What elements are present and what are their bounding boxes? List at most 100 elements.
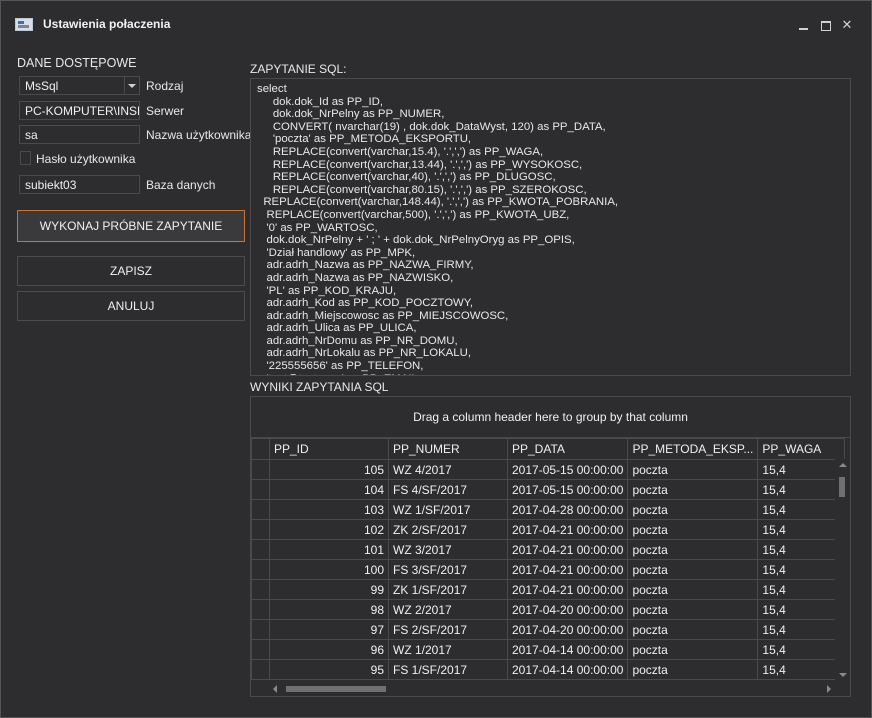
column-header[interactable]: PP_WAGA [757,438,846,460]
provider-select[interactable]: MsSql [19,76,140,95]
table-row[interactable]: 105 WZ 4/2017 2017-05-15 00:00:00 poczta 15,… [251,459,846,480]
table-cell[interactable]: poczta [627,539,759,560]
table-cell[interactable]: 103 [269,499,389,520]
chevron-down-icon[interactable] [124,77,139,94]
password-checkbox[interactable] [20,151,31,165]
table-cell[interactable]: 15,4 [757,459,846,480]
table-cell[interactable]: 2017-04-28 00:00:00 [506,499,629,520]
column-header[interactable]: PP_NUMER [388,438,508,460]
table-cell[interactable]: WZ 1/SF/2017 [388,499,508,520]
table-cell[interactable]: poczta [627,499,759,520]
minimize-button[interactable] [793,15,815,35]
row-indicator[interactable] [251,579,270,600]
table-cell[interactable]: 2017-04-14 00:00:00 [506,639,629,660]
table-cell[interactable]: FS 2/SF/2017 [388,619,508,640]
scroll-left-icon[interactable] [273,685,277,693]
row-indicator[interactable] [251,639,270,660]
row-indicator[interactable] [251,619,270,640]
table-cell[interactable]: 2017-05-15 00:00:00 [506,459,629,480]
row-indicator[interactable] [251,659,270,680]
table-cell[interactable]: poczta [627,479,759,500]
table-cell[interactable]: 98 [269,599,389,620]
username-input[interactable]: sa [19,125,140,144]
table-row[interactable]: 96 WZ 1/2017 2017-04-14 00:00:00 poczta 15,4 [251,639,846,660]
table-cell[interactable]: FS 4/SF/2017 [388,479,508,500]
table-row[interactable]: 101 WZ 3/2017 2017-04-21 00:00:00 poczta 15,… [251,539,846,560]
row-indicator[interactable] [251,499,270,520]
table-cell[interactable]: 104 [269,479,389,500]
table-cell[interactable]: 2017-04-21 00:00:00 [506,539,629,560]
table-cell[interactable]: poczta [627,459,759,480]
table-cell[interactable]: 2017-04-14 00:00:00 [506,659,629,680]
table-cell[interactable]: 105 [269,459,389,480]
test-query-button[interactable]: WYKONAJ PRÓBNE ZAPYTANIE [17,210,245,242]
table-cell[interactable]: 101 [269,539,389,560]
table-cell[interactable]: 15,4 [757,479,846,500]
table-row[interactable]: 95 FS 1/SF/2017 2017-04-14 00:00:00 poczta 1… [251,659,846,680]
row-indicator[interactable] [251,539,270,560]
group-by-panel[interactable]: Drag a column header here to group by th… [251,397,850,438]
table-cell[interactable]: FS 3/SF/2017 [388,559,508,580]
maximize-button[interactable] [815,15,837,35]
save-button[interactable]: ZAPISZ [17,256,245,286]
server-input[interactable]: PC-KOMPUTER\INSE [19,101,140,120]
row-indicator[interactable] [251,599,270,620]
table-cell[interactable]: 15,4 [757,639,846,660]
table-cell[interactable]: 2017-04-21 00:00:00 [506,579,629,600]
close-button[interactable]: ✕ [836,15,858,35]
table-cell[interactable]: 2017-04-21 00:00:00 [506,519,629,540]
table-cell[interactable]: 97 [269,619,389,640]
table-cell[interactable]: 96 [269,639,389,660]
table-cell[interactable]: poczta [627,559,759,580]
table-cell[interactable]: 2017-04-20 00:00:00 [506,599,629,620]
horizontal-scrollbar[interactable] [269,681,835,696]
table-cell[interactable]: poczta [627,579,759,600]
scroll-up-icon[interactable] [839,463,847,467]
sql-query-editor[interactable]: select dok.dok_Id as PP_ID, dok.dok_NrPe… [250,78,851,376]
table-cell[interactable]: WZ 4/2017 [388,459,508,480]
table-cell[interactable]: 2017-05-15 00:00:00 [506,479,629,500]
cancel-button[interactable]: ANULUJ [17,291,245,321]
table-cell[interactable]: 15,4 [757,619,846,640]
table-row[interactable]: 99 ZK 1/SF/2017 2017-04-21 00:00:00 poczta 1… [251,579,846,600]
table-cell[interactable]: 2017-04-20 00:00:00 [506,619,629,640]
column-header[interactable]: PP_DATA [506,438,629,460]
table-row[interactable]: 103 WZ 1/SF/2017 2017-04-28 00:00:00 poczta… [251,499,846,520]
table-cell[interactable]: poczta [627,659,759,680]
table-cell[interactable]: ZK 2/SF/2017 [388,519,508,540]
vertical-scrollbar[interactable] [835,459,850,681]
row-indicator[interactable] [251,559,270,580]
scroll-down-icon[interactable] [839,673,847,677]
table-row[interactable]: 98 WZ 2/2017 2017-04-20 00:00:00 poczta 15,4 [251,599,846,620]
table-cell[interactable]: 15,4 [757,599,846,620]
table-cell[interactable]: 102 [269,519,389,540]
table-cell[interactable]: ZK 1/SF/2017 [388,579,508,600]
table-cell[interactable]: 100 [269,559,389,580]
table-row[interactable]: 100 FS 3/SF/2017 2017-04-21 00:00:00 poczta… [251,559,846,580]
table-row[interactable]: 102 ZK 2/SF/2017 2017-04-21 00:00:00 poczta… [251,519,846,540]
table-cell[interactable]: 99 [269,579,389,600]
table-cell[interactable]: 15,4 [757,539,846,560]
results-grid[interactable]: Drag a column header here to group by th… [250,396,851,697]
vertical-scroll-thumb[interactable] [839,477,845,497]
horizontal-scroll-thumb[interactable] [286,686,386,692]
title-bar[interactable]: Ustawienia połaczenia ✕ [1,1,871,41]
table-cell[interactable]: poczta [627,619,759,640]
row-indicator[interactable] [251,519,270,540]
table-cell[interactable]: 95 [269,659,389,680]
table-cell[interactable]: 15,4 [757,559,846,580]
sql-query-text[interactable]: select dok.dok_Id as PP_ID, dok.dok_NrPe… [251,79,850,375]
table-cell[interactable]: 15,4 [757,519,846,540]
table-cell[interactable]: 15,4 [757,659,846,680]
table-cell[interactable]: poczta [627,519,759,540]
table-cell[interactable]: poczta [627,639,759,660]
table-cell[interactable]: WZ 1/2017 [388,639,508,660]
column-header[interactable]: PP_ID [269,438,389,460]
table-row[interactable]: 104 FS 4/SF/2017 2017-05-15 00:00:00 poczta… [251,479,846,500]
table-cell[interactable]: 15,4 [757,579,846,600]
column-header[interactable]: PP_METODA_EKSP... [627,438,759,460]
table-cell[interactable]: poczta [627,599,759,620]
table-cell[interactable]: 2017-04-21 00:00:00 [506,559,629,580]
table-cell[interactable]: WZ 3/2017 [388,539,508,560]
table-cell[interactable]: FS 1/SF/2017 [388,659,508,680]
